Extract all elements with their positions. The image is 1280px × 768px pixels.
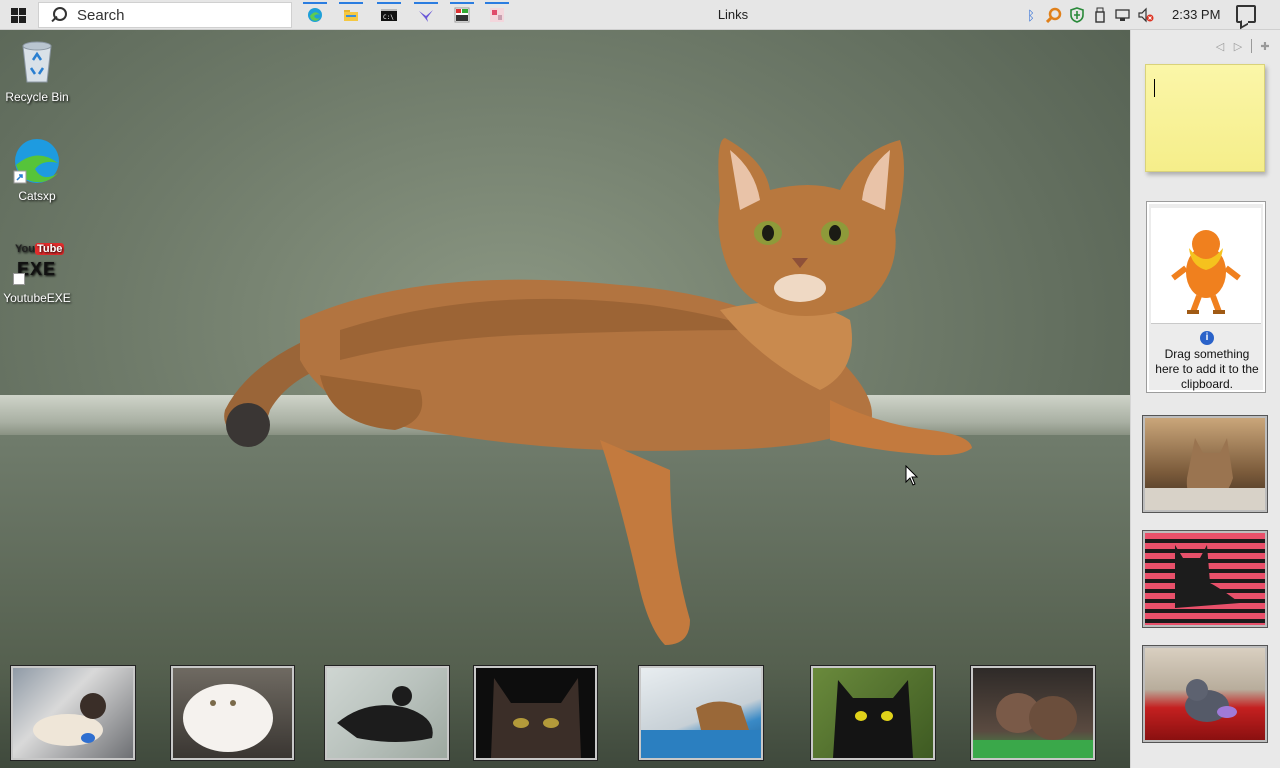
taskbar-pin-file-explorer[interactable] (335, 2, 367, 28)
taskbar: C:\ Links ᛒ 2:33 PM (0, 0, 1280, 30)
sidebar-control-separator (1251, 39, 1252, 53)
desktop-icon-catsxp[interactable]: Catsxp (0, 137, 74, 203)
slideshow-photo-black-cat-stripes[interactable] (1143, 531, 1267, 627)
desktop: Recycle Bin Catsxp You Tube EXE YoutubeEX… (0, 30, 1130, 768)
clipboard-hint-text: Drag something here to add it to the cli… (1155, 347, 1259, 391)
slideshow-photo-tabby-cat[interactable] (1143, 416, 1267, 512)
taskbar-pin-paint-app[interactable] (481, 2, 513, 28)
sidebar-prev-button[interactable]: ◁ (1211, 38, 1229, 54)
taskbar-pin-bird-app[interactable] (410, 2, 442, 28)
gadget-sidebar: ◁ ▷ ✚ i Drag something here to add it to… (1130, 30, 1280, 768)
desktop-icon-youtubeexe[interactable]: You Tube EXE YoutubeEXE (0, 239, 74, 305)
taskbar-clock[interactable]: 2:33 PM (1172, 7, 1220, 22)
clipboard-image-lorax (1151, 208, 1261, 324)
volume-muted-icon[interactable] (1137, 6, 1155, 24)
windows-logo-icon (10, 7, 26, 23)
thumbnail-black-cat-lying[interactable] (325, 666, 449, 760)
thumbnail-siamese-cat[interactable] (11, 666, 135, 760)
edge-icon (308, 8, 322, 22)
notification-center-icon[interactable] (1236, 5, 1256, 23)
catsxp-browser-icon (13, 137, 61, 185)
text-caret (1154, 79, 1155, 97)
desktop-icon-label: Catsxp (18, 189, 56, 203)
start-button[interactable] (0, 0, 36, 30)
wallpaper-cat-image (224, 138, 972, 645)
thumbnail-white-persian-cat[interactable] (171, 666, 294, 760)
desktop-icon-label: Recycle Bin (5, 90, 69, 104)
youtube-exe-icon: You Tube EXE (13, 239, 65, 287)
taskbar-search-box[interactable] (38, 2, 292, 28)
usb-drive-icon[interactable] (1091, 6, 1109, 24)
bird-app-icon (419, 10, 433, 22)
thumbnail-cat-at-window[interactable] (639, 666, 763, 760)
mouse-cursor (905, 465, 919, 486)
network-icon[interactable] (1114, 6, 1132, 24)
thumbnail-cats-on-grass[interactable] (971, 666, 1095, 760)
info-icon: i (1200, 331, 1214, 345)
sidebar-add-gadget-button[interactable]: ✚ (1256, 38, 1274, 54)
desktop-icon-recycle-bin[interactable]: Recycle Bin (0, 38, 74, 104)
taskbar-pin-winexe[interactable] (446, 2, 478, 28)
slideshow-photo-grey-cat-blanket[interactable] (1143, 646, 1267, 742)
thumbnail-black-cat-yellow-eyes[interactable] (811, 666, 935, 760)
system-tray: ᛒ (1022, 4, 1160, 26)
paint-app-icon (490, 8, 504, 22)
search-input[interactable] (77, 6, 277, 24)
svg-text:C:\: C:\ (383, 14, 394, 21)
winexe-icon (454, 7, 470, 23)
thumbnail-dark-cat-closeup[interactable] (474, 666, 597, 760)
file-explorer-icon (344, 10, 358, 21)
clipboard-gadget[interactable]: i Drag something here to add it to the c… (1146, 201, 1266, 393)
taskbar-pin-command-prompt[interactable]: C:\ (373, 2, 405, 28)
security-shield-icon[interactable] (1068, 6, 1086, 24)
desktop-icon-label: YoutubeEXE (3, 291, 71, 305)
taskbar-pin-edge[interactable] (299, 2, 331, 28)
sticky-note-gadget[interactable] (1145, 64, 1265, 172)
recycle-bin-icon (13, 38, 61, 86)
bluetooth-icon[interactable]: ᛒ (1022, 6, 1040, 24)
command-prompt-icon: C:\ (381, 9, 397, 21)
sidebar-next-button[interactable]: ▷ (1229, 38, 1247, 54)
sidebar-controls: ◁ ▷ ✚ (1211, 38, 1274, 54)
search-magnifier-orange-icon[interactable] (1045, 6, 1063, 24)
search-icon (49, 6, 67, 24)
window-title: Links (717, 7, 749, 22)
